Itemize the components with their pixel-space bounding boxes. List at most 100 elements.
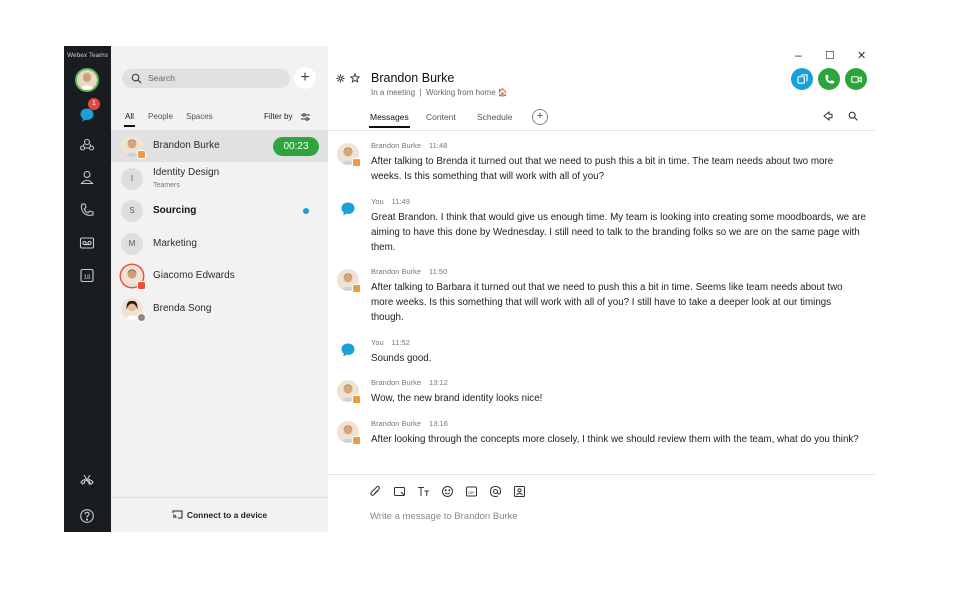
message-author: Brandon Burke (371, 267, 422, 276)
presence-meeting-badge (352, 395, 361, 404)
teams-icon[interactable] (76, 134, 98, 156)
share-screen-button[interactable] (791, 68, 813, 90)
app-window: Webex Teams 1 18 Search + All People Spa… (64, 46, 875, 532)
close-button[interactable]: ✕ (857, 49, 866, 62)
call-timer[interactable]: 00:23 (273, 137, 319, 156)
message-time: 13:12 (429, 378, 448, 387)
app-title: Webex Teams (67, 52, 108, 59)
message-text: After looking through the concepts more … (371, 434, 859, 445)
tab-content[interactable]: Content (426, 112, 456, 122)
contact-name: Brandon Burke (153, 140, 220, 151)
message-text: Wow, the new brand identity looks nice! (371, 393, 543, 404)
presence-meeting-badge (137, 150, 146, 159)
contacts-icon[interactable] (76, 166, 98, 188)
tab-all[interactable]: All (124, 112, 135, 127)
message-time: 11:50 (429, 267, 448, 276)
connect-label: Connect to a device (186, 510, 268, 520)
message-meta: Brandon Burke 11:48 (371, 141, 447, 150)
gear-icon[interactable] (336, 74, 345, 83)
tab-people[interactable]: People (148, 112, 173, 121)
filter-by-label[interactable]: Filter by (264, 112, 292, 121)
voicemail-icon[interactable] (76, 232, 98, 254)
self-message-icon (341, 202, 355, 216)
mention-icon[interactable] (489, 485, 502, 498)
whiteboard-icon[interactable] (513, 485, 526, 498)
search-input[interactable]: Search (122, 69, 290, 88)
tab-schedule[interactable]: Schedule (477, 112, 512, 122)
conversation-title: Brandon Burke (371, 71, 455, 85)
search-icon[interactable] (848, 111, 858, 121)
presence-away-badge (137, 313, 146, 322)
tab-messages[interactable]: Messages (369, 112, 410, 128)
share-screen-icon (796, 73, 808, 84)
minimize-button[interactable]: – (795, 48, 802, 62)
gif-icon[interactable]: GIF (465, 485, 478, 498)
status-message: Working from home 🏠 (426, 88, 508, 97)
call-settings-icon[interactable] (76, 469, 98, 491)
audio-call-button[interactable] (818, 68, 840, 90)
message-time: 11:49 (391, 197, 410, 206)
conversation-list-panel: Search + All People Spaces Filter by Bra… (111, 46, 328, 532)
message-meta: Brandon Burke 11:50 (371, 267, 447, 276)
unread-dot (303, 208, 309, 214)
message-time: 11:48 (429, 141, 448, 150)
contact-name: Giacomo Edwards (153, 270, 235, 281)
my-avatar[interactable] (75, 68, 99, 92)
connect-to-device-button[interactable]: Connect to a device (111, 497, 328, 533)
space-initial-avatar: S (121, 200, 143, 222)
maximize-button[interactable]: ☐ (825, 49, 835, 62)
screenshot-icon[interactable] (393, 485, 406, 498)
message-text: After talking to Brenda it turned out th… (371, 156, 834, 183)
text-format-icon[interactable] (417, 485, 430, 498)
tab-spaces[interactable]: Spaces (186, 112, 213, 121)
message-author: You (371, 197, 384, 206)
message-author: Brandon Burke (371, 419, 422, 428)
presence-dnd-badge (137, 281, 146, 290)
message-text: After talking to Barbara it turned out t… (371, 282, 843, 324)
message-meta: You 11:52 (371, 338, 410, 347)
add-tab-button[interactable]: + (532, 109, 548, 125)
activity-icon[interactable] (823, 111, 833, 121)
message-time: 13:16 (429, 419, 448, 428)
presence-status: In a meeting | Working from home 🏠 (371, 88, 508, 97)
message-meta: Brandon Burke 13:12 (371, 378, 448, 387)
filter-icon[interactable] (301, 113, 310, 121)
list-item-brenda-song[interactable]: Brenda Song (111, 293, 328, 325)
team-name: Teamers (153, 182, 180, 189)
composer-divider (328, 474, 875, 475)
list-item-giacomo-edwards[interactable]: Giacomo Edwards (111, 260, 328, 292)
contact-name: Marketing (153, 238, 197, 249)
presence-meeting-badge (352, 436, 361, 445)
space-initial-avatar: M (121, 233, 143, 255)
emoji-icon[interactable] (441, 485, 454, 498)
message-composer-input[interactable]: Write a message to Brandon Burke (370, 511, 518, 522)
cast-icon (172, 510, 183, 519)
video-call-button[interactable] (845, 68, 867, 90)
video-icon (850, 75, 862, 83)
message-author: Brandon Burke (371, 141, 422, 150)
new-space-button[interactable]: + (294, 67, 316, 89)
message-text: Great Brandon. I think that would give u… (371, 212, 867, 254)
contact-name: Sourcing (153, 205, 197, 216)
status-meeting: In a meeting (371, 88, 416, 97)
message-author: Brandon Burke (371, 378, 422, 387)
attach-file-icon[interactable] (369, 485, 382, 498)
nav-rail: Webex Teams 1 18 (64, 46, 111, 532)
phone-icon (824, 74, 834, 83)
list-item-marketing[interactable]: M Marketing (111, 228, 328, 260)
contact-name: Brenda Song (153, 303, 212, 314)
messages-icon[interactable]: 1 (76, 98, 100, 126)
calls-icon[interactable] (76, 199, 98, 221)
conversation-panel: – ☐ ✕ Brandon Burke In a meeting | Worki… (328, 46, 875, 532)
message-meta: You 11:49 (371, 197, 410, 206)
tab-divider (328, 130, 875, 131)
list-item-sourcing[interactable]: S Sourcing (111, 195, 328, 227)
svg-text:GIF: GIF (468, 490, 475, 495)
calendar-icon[interactable]: 18 (76, 264, 98, 286)
list-item-brandon-burke[interactable]: Brandon Burke 00:23 (111, 130, 328, 162)
list-item-identity-design[interactable]: I Identity Design Teamers (111, 163, 328, 195)
message-text: Sounds good. (371, 353, 432, 364)
help-icon[interactable] (76, 505, 98, 527)
star-icon[interactable] (350, 73, 360, 83)
message-meta: Brandon Burke 13:16 (371, 419, 448, 428)
